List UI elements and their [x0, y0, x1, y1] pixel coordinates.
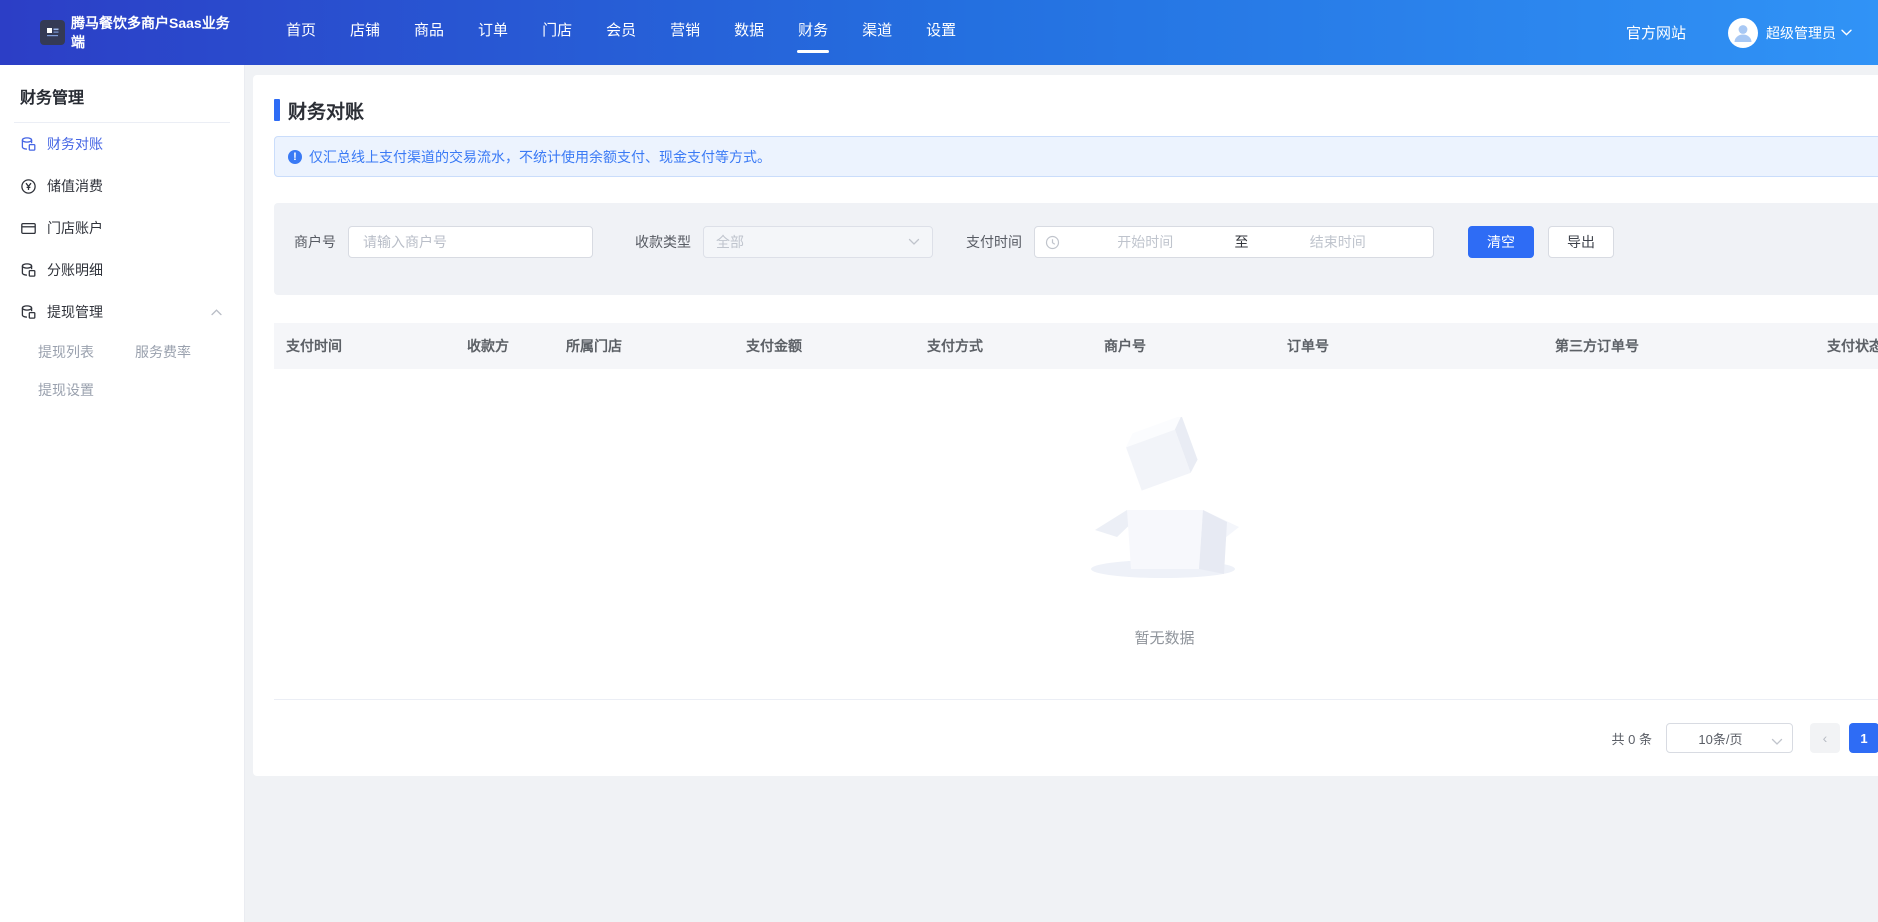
- sidebar-item-label: 提现管理: [47, 302, 103, 322]
- sidebar-item-finance-reconciliation[interactable]: 财务对账: [0, 123, 244, 165]
- yen-circle-icon: [20, 178, 37, 195]
- info-icon: !: [288, 150, 302, 164]
- avatar: [1728, 18, 1758, 48]
- clock-icon: [1045, 235, 1060, 250]
- sidebar-item-label: 分账明细: [47, 260, 103, 280]
- col-merchant-id: 商户号: [1092, 336, 1275, 356]
- sidebar-subitem-service-rate[interactable]: 服务费率: [135, 342, 191, 362]
- nav-members[interactable]: 会员: [589, 0, 653, 65]
- nav-finance[interactable]: 财务: [781, 0, 845, 65]
- submenu-row: 提现设置: [0, 371, 244, 409]
- sidebar-item-withdraw-management[interactable]: 提现管理: [0, 291, 244, 333]
- nav-orders[interactable]: 订单: [461, 0, 525, 65]
- empty-text: 暂无数据: [1134, 627, 1194, 648]
- page-size-select[interactable]: 10条/页: [1666, 723, 1793, 753]
- official-site-link[interactable]: 官方网站: [1626, 22, 1686, 43]
- topbar-right: 官方网站 超级管理员: [1626, 18, 1878, 48]
- page-number-1[interactable]: 1: [1849, 723, 1878, 753]
- info-alert: ! 仅汇总线上支付渠道的交易流水，不统计使用余额支付、现金支付等方式。: [274, 136, 1878, 177]
- col-order-id: 订单号: [1275, 336, 1543, 356]
- app-title: 腾马餐饮多商户Saas业务端: [71, 14, 231, 52]
- content-card: 财务对账 ! 仅汇总线上支付渠道的交易流水，不统计使用余额支付、现金支付等方式。…: [253, 75, 1878, 776]
- app-brand[interactable]: 腾马餐饮多商户Saas业务端: [0, 14, 245, 52]
- chevron-down-icon: [1841, 29, 1852, 36]
- range-separator: 至: [1231, 232, 1253, 252]
- coins-icon: [20, 304, 37, 321]
- chevron-down-icon: [908, 233, 920, 251]
- col-store: 所属门店: [554, 336, 734, 356]
- col-payment-status: 支付状态: [1815, 336, 1878, 356]
- nav-shop[interactable]: 店铺: [333, 0, 397, 65]
- nav-stores[interactable]: 门店: [525, 0, 589, 65]
- col-payment-time: 支付时间: [274, 336, 455, 356]
- filter-bar: 商户号 收款类型 全部 支付时间 开始时间: [274, 203, 1878, 295]
- main-area: 财务对账 ! 仅汇总线上支付渠道的交易流水，不统计使用余额支付、现金支付等方式。…: [245, 65, 1878, 922]
- page-size-value: 10条/页: [1698, 729, 1742, 748]
- app-logo-icon: [40, 20, 65, 45]
- sidebar-item-label: 财务对账: [47, 134, 103, 154]
- payment-time-range-picker[interactable]: 开始时间 至 结束时间: [1034, 226, 1434, 258]
- wallet-card-icon: [20, 220, 37, 237]
- start-time-placeholder[interactable]: 开始时间: [1060, 232, 1231, 252]
- sidebar-subitem-withdraw-list[interactable]: 提现列表: [38, 342, 135, 362]
- top-nav: 首页 店铺 商品 订单 门店 会员 营销 数据 财务 渠道 设置: [269, 0, 973, 65]
- col-payment-method: 支付方式: [915, 336, 1092, 356]
- sidebar-menu: 财务对账 储值消费 门店账户: [0, 123, 244, 409]
- sidebar-item-label: 门店账户: [47, 218, 103, 238]
- user-menu[interactable]: 超级管理员: [1728, 18, 1852, 48]
- page-title: 财务对账: [288, 97, 364, 124]
- pagination: 共 0 条 10条/页 ‹ 1 › 前往 页: [274, 722, 1878, 754]
- coins-icon: [20, 262, 37, 279]
- topbar: 腾马餐饮多商户Saas业务端 首页 店铺 商品 订单 门店 会员 营销 数据 财…: [0, 0, 1878, 65]
- sidebar-subitem-withdraw-settings[interactable]: 提现设置: [38, 380, 135, 400]
- chevron-down-icon: [1771, 733, 1783, 751]
- col-payee: 收款方: [455, 336, 554, 356]
- merchant-id-input[interactable]: [348, 226, 593, 258]
- nav-data[interactable]: 数据: [717, 0, 781, 65]
- export-button[interactable]: 导出: [1548, 226, 1614, 258]
- total-count: 共 0 条: [1612, 729, 1652, 748]
- payment-time-label: 支付时间: [966, 232, 1022, 252]
- ledger-coins-icon: [20, 136, 37, 153]
- sidebar-item-stored-value[interactable]: 储值消费: [0, 165, 244, 207]
- user-name: 超级管理员: [1766, 23, 1836, 43]
- table-header: 支付时间 收款方 所属门店 支付金额 支付方式 商户号 订单号 第三方订单号 支…: [274, 323, 1878, 369]
- submenu-row: 提现列表 服务费率: [0, 333, 244, 371]
- col-amount: 支付金额: [734, 336, 915, 356]
- sidebar-item-store-account[interactable]: 门店账户: [0, 207, 244, 249]
- nav-settings[interactable]: 设置: [909, 0, 973, 65]
- table-body-empty: 暂无数据: [274, 369, 1878, 700]
- prev-page-button[interactable]: ‹: [1810, 723, 1840, 753]
- nav-marketing[interactable]: 营销: [653, 0, 717, 65]
- nav-home[interactable]: 首页: [269, 0, 333, 65]
- end-time-placeholder[interactable]: 结束时间: [1253, 232, 1424, 252]
- col-third-party-order-id: 第三方订单号: [1543, 336, 1815, 356]
- alert-text: 仅汇总线上支付渠道的交易流水，不统计使用余额支付、现金支付等方式。: [309, 147, 771, 167]
- title-marker: [274, 99, 280, 121]
- merchant-id-label: 商户号: [294, 232, 336, 252]
- empty-box-illustration: [1075, 417, 1255, 587]
- reconciliation-table: 支付时间 收款方 所属门店 支付金额 支付方式 商户号 订单号 第三方订单号 支…: [274, 323, 1878, 700]
- nav-channels[interactable]: 渠道: [845, 0, 909, 65]
- sidebar-title: 财务管理: [0, 65, 244, 122]
- sidebar-item-label: 储值消费: [47, 176, 103, 196]
- clear-button[interactable]: 清空: [1468, 226, 1534, 258]
- sidebar-item-split-details[interactable]: 分账明细: [0, 249, 244, 291]
- payment-type-value: 全部: [716, 232, 908, 252]
- payment-type-select[interactable]: 全部: [703, 226, 933, 258]
- page-title-row: 财务对账: [274, 98, 1878, 122]
- chevron-up-icon[interactable]: [211, 309, 222, 316]
- nav-goods[interactable]: 商品: [397, 0, 461, 65]
- payment-type-label: 收款类型: [635, 232, 691, 252]
- sidebar: 财务管理 财务对账: [0, 65, 245, 922]
